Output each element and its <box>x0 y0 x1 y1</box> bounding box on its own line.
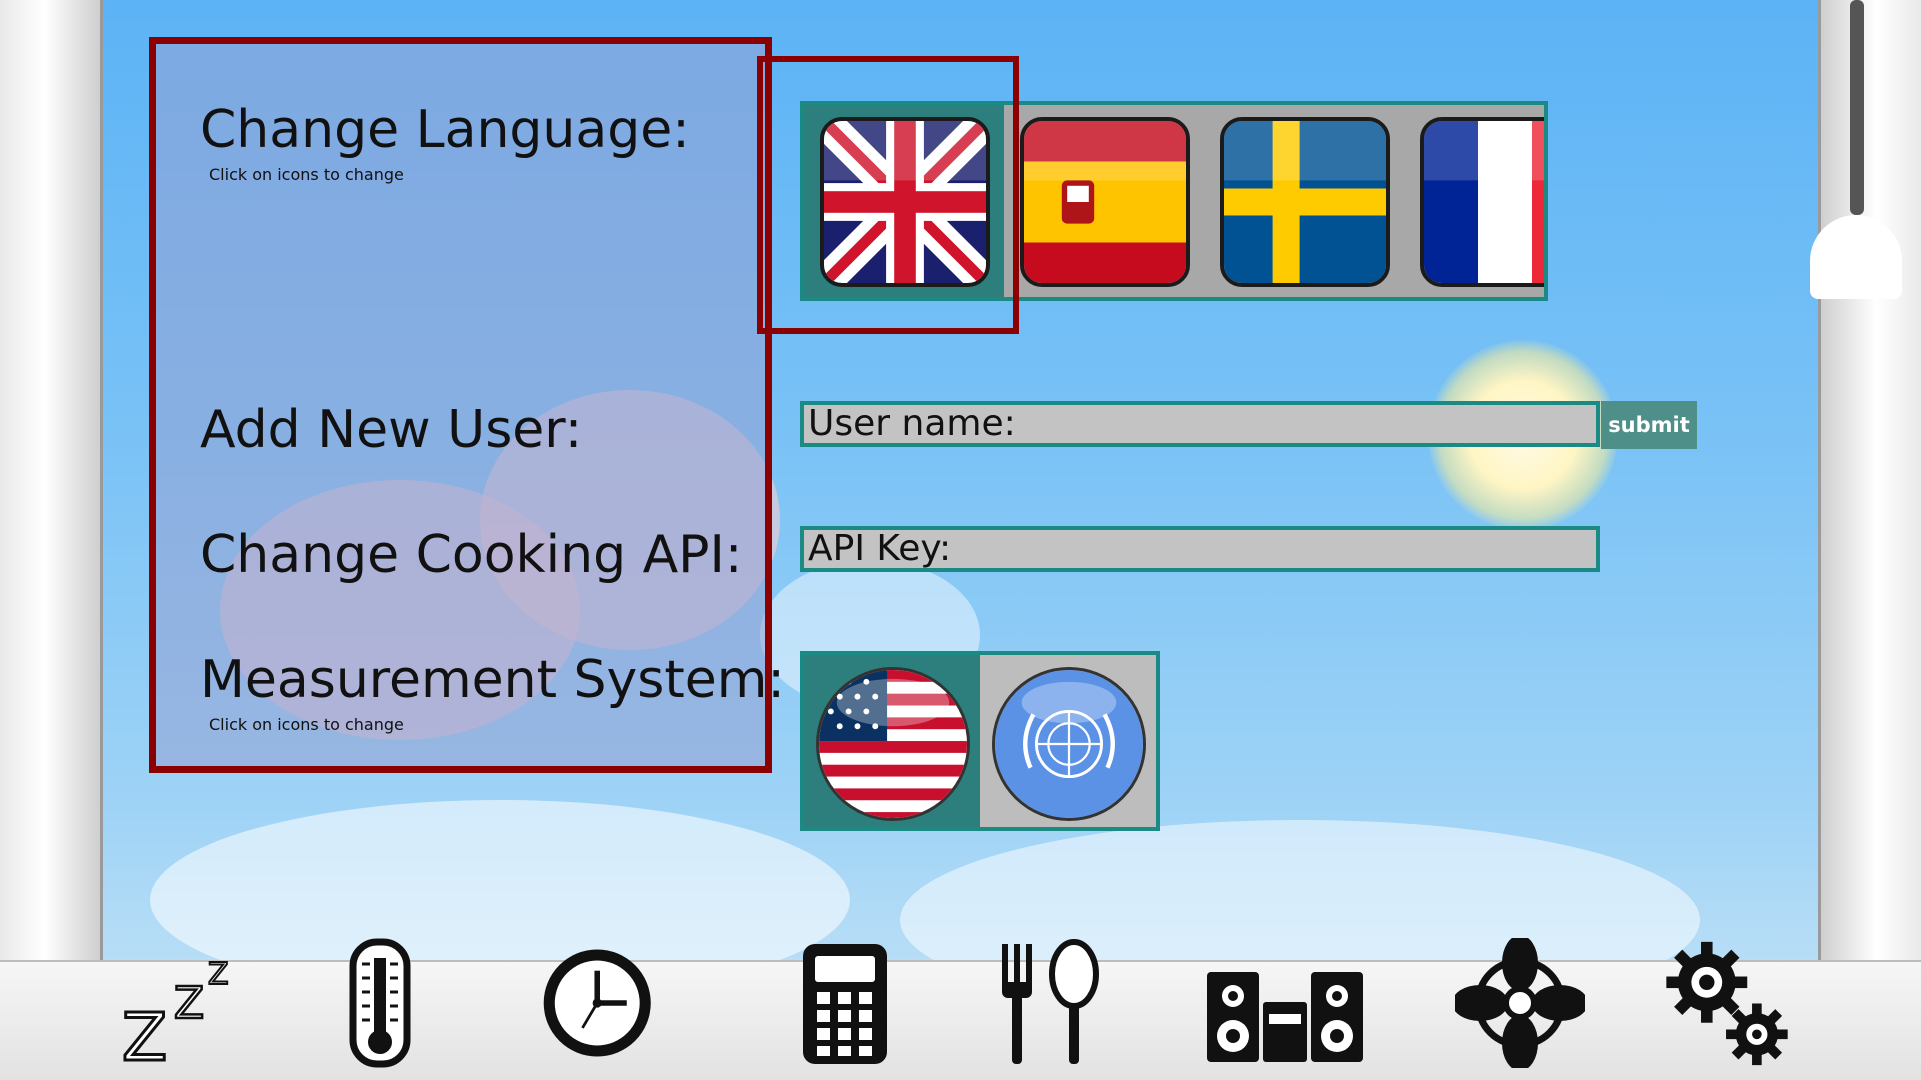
speaker-icon[interactable] <box>1205 938 1365 1068</box>
svg-text:Z: Z <box>208 957 229 992</box>
change-language-heading: Change Language: <box>200 100 690 160</box>
calculator-icon[interactable] <box>785 938 905 1068</box>
change-language-hint: Click on icons to change <box>209 165 404 184</box>
spain-flag-icon <box>1020 117 1190 287</box>
uk-flag-icon <box>820 117 990 287</box>
smart-home-scene: Change Language: Click on icons to chang… <box>0 0 1921 1080</box>
right-wall <box>1818 0 1921 1080</box>
lamp-cord <box>1850 0 1864 215</box>
measurement-option-us[interactable] <box>804 655 980 827</box>
fork-spoon-icon[interactable] <box>990 938 1110 1068</box>
gear-icon[interactable] <box>1660 938 1795 1068</box>
submit-button[interactable]: submit <box>1601 401 1697 449</box>
left-wall <box>0 0 103 1080</box>
api-key-field[interactable]: API Key: <box>800 526 1600 572</box>
flag-france[interactable] <box>1404 105 1544 297</box>
measurement-heading: Measurement System: <box>200 650 785 710</box>
flag-united-kingdom[interactable] <box>804 105 1004 297</box>
svg-text:Z: Z <box>122 999 167 1068</box>
measurement-selector <box>800 651 1160 831</box>
sleep-icon[interactable]: Z Z Z <box>118 938 238 1068</box>
svg-text:Z: Z <box>174 978 204 1029</box>
thermometer-icon[interactable] <box>320 938 440 1068</box>
france-flag-icon <box>1420 117 1544 287</box>
fan-icon[interactable] <box>1455 938 1585 1068</box>
measurement-hint: Click on icons to change <box>209 715 404 734</box>
username-field[interactable]: User name: <box>800 401 1600 447</box>
un-emblem-icon <box>992 667 1146 821</box>
us-flag-icon <box>816 667 970 821</box>
language-flag-selector <box>800 101 1548 301</box>
lamp-icon <box>1810 215 1902 299</box>
clock-icon[interactable] <box>540 938 660 1068</box>
floor <box>0 960 1921 1080</box>
flag-sweden[interactable] <box>1204 105 1404 297</box>
measurement-option-metric[interactable] <box>980 655 1156 827</box>
flag-spain[interactable] <box>1004 105 1204 297</box>
sweden-flag-icon <box>1220 117 1390 287</box>
cooking-api-heading: Change Cooking API: <box>200 525 743 585</box>
add-user-heading: Add New User: <box>200 400 583 460</box>
